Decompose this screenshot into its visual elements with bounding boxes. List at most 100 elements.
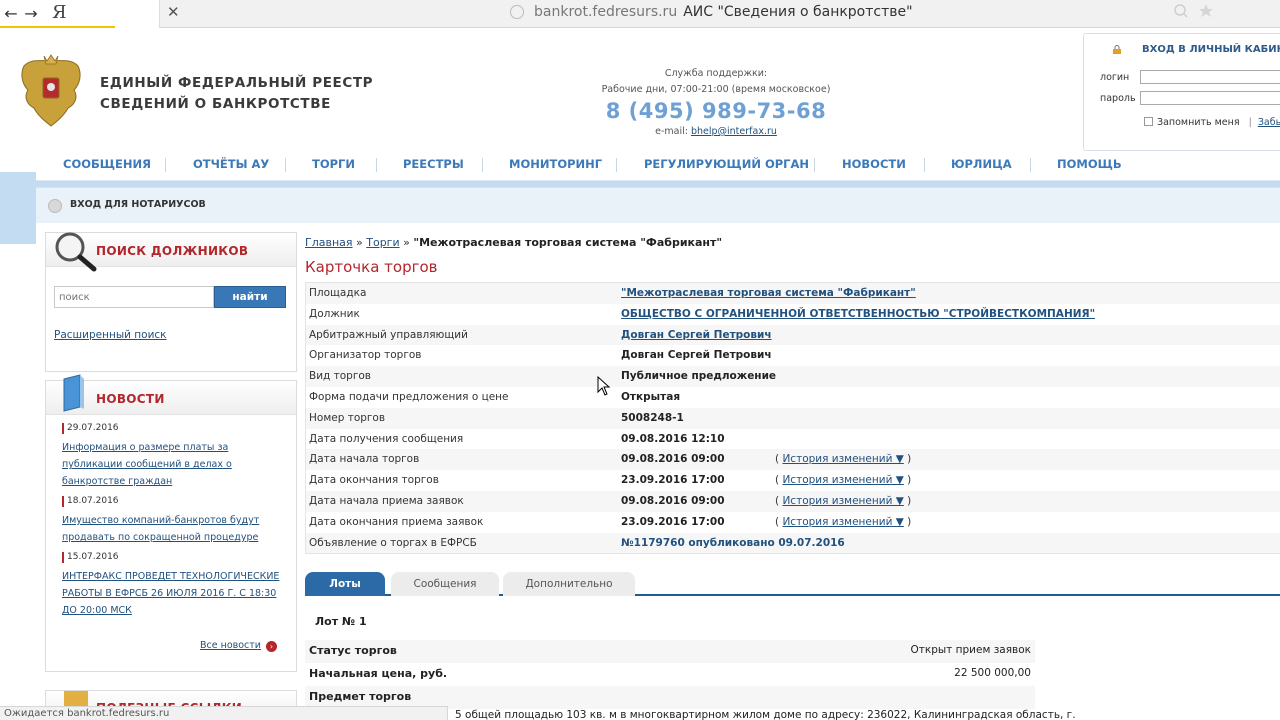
lock-icon xyxy=(1113,45,1121,54)
table-row: Вид торгов Публичное предложение xyxy=(306,366,1280,387)
paren: ( xyxy=(775,515,780,528)
book-icon xyxy=(63,374,84,412)
lot-title: Лот № 1 xyxy=(315,615,367,628)
coat-of-arms-icon[interactable] xyxy=(16,52,86,128)
widget-header: НОВОСТИ xyxy=(46,374,296,415)
support-email: e-mail: bhelp@interfax.ru xyxy=(586,124,846,140)
news-date: 15.07.2016 xyxy=(62,552,288,563)
row-label: Дата получения сообщения xyxy=(309,432,464,445)
star-icon[interactable] xyxy=(1174,3,1214,23)
history-control: ( История изменений ▼ ) xyxy=(775,453,911,465)
login-label: логин xyxy=(1100,72,1130,83)
table-row: Статус торгов Открыт прием заявок xyxy=(305,640,1035,663)
back-arrow-icon[interactable]: ← xyxy=(0,3,22,25)
menu-item-registries[interactable]: РЕЕСТРЫ xyxy=(403,157,464,171)
menu-item-trades[interactable]: ТОРГИ xyxy=(312,157,355,171)
table-row: Дата получения сообщения 09.08.2016 12:10 xyxy=(306,429,1280,450)
support-email-link[interactable]: bhelp@interfax.ru xyxy=(691,126,777,137)
tab-additional[interactable]: Дополнительно xyxy=(503,572,635,596)
table-row: Объявление о торгах в ЕФРСБ №1179760 опуб… xyxy=(306,532,1280,554)
menu-item-regulator[interactable]: РЕГУЛИРУЮЩИЙ ОРГАН xyxy=(644,157,809,171)
list-item: 29.07.2016 Информация о размере платы за… xyxy=(62,423,288,490)
menu-separator xyxy=(285,158,286,172)
tab-messages[interactable]: Сообщения xyxy=(391,572,499,596)
browser-status-bar: Ожидается bankrot.fedresurs.ru xyxy=(0,706,448,720)
all-news-link[interactable]: Все новости › xyxy=(200,640,277,652)
menu-separator xyxy=(924,158,925,172)
row-label: Статус торгов xyxy=(309,644,397,657)
menu-item-legal-entities[interactable]: ЮРЛИЦА xyxy=(951,157,1012,171)
news-link[interactable]: ИНТЕРФАКС ПРОВЕДЕТ ТЕХНОЛОГИЧЕСКИЕ РАБОТ… xyxy=(62,568,288,619)
history-link[interactable]: История изменений ▼ xyxy=(782,453,903,465)
history-link[interactable]: История изменений ▼ xyxy=(782,516,903,528)
support-phone: 8 (495) 989-73-68 xyxy=(605,99,827,123)
row-label: Предмет торгов xyxy=(309,690,412,703)
table-row: Арбитражный управляющий Довган Сергей Пет… xyxy=(306,324,1280,346)
search-button[interactable]: найти xyxy=(214,286,286,308)
row-label: Арбитражный управляющий xyxy=(309,328,468,341)
row-value[interactable]: "Межотраслевая торговая система "Фабрика… xyxy=(621,287,916,299)
tab-lots[interactable]: Лоты xyxy=(305,572,385,596)
yandex-icon[interactable]: Я xyxy=(52,2,72,24)
advanced-search-link[interactable]: Расширенный поиск xyxy=(54,329,167,341)
page-title-text: АИС "Сведения о банкротстве" xyxy=(683,4,913,20)
row-value[interactable]: №1179760 опубликовано 09.07.2016 xyxy=(621,537,845,549)
breadcrumb-separator: » xyxy=(356,236,363,249)
page-title: Карточка торгов xyxy=(305,258,438,276)
menu-item-monitoring[interactable]: МОНИТОРИНГ xyxy=(509,157,602,171)
lot-table: Статус торгов Открыт прием заявок Начальн… xyxy=(305,640,1035,709)
login-input[interactable] xyxy=(1140,70,1280,84)
row-value: 09.08.2016 12:10 xyxy=(621,432,725,445)
table-row: Начальная цена, руб. 22 500 000,00 xyxy=(305,663,1035,686)
lock-icon xyxy=(48,199,62,213)
row-value: 23.09.2016 17:00 xyxy=(621,474,725,487)
support-hours: Рабочие дни, 07:00-21:00 (время московск… xyxy=(601,84,831,95)
row-label: Форма подачи предложения о цене xyxy=(309,390,509,403)
history-link[interactable]: История изменений ▼ xyxy=(782,495,903,507)
search-widget: ПОИСК ДОЛЖНИКОВ найти Расширенный поиск xyxy=(45,232,297,372)
row-value: 09.08.2016 09:00 xyxy=(621,494,725,507)
menu-item-help[interactable]: ПОМОЩЬ xyxy=(1057,157,1122,171)
row-value: Довган Сергей Петрович xyxy=(621,349,772,362)
menu-separator xyxy=(376,158,377,172)
row-label: Начальная цена, руб. xyxy=(309,667,448,680)
menu-item-messages[interactable]: СООБЩЕНИЯ xyxy=(63,157,151,171)
forgot-password-link[interactable]: Забыли пароль? xyxy=(1258,117,1280,128)
row-label: Должник xyxy=(309,307,360,320)
news-list: 29.07.2016 Информация о размере платы за… xyxy=(62,423,288,625)
row-label: Дата окончания приема заявок xyxy=(309,515,484,528)
row-label: Объявление о торгах в ЕФРСБ xyxy=(309,536,477,549)
password-input[interactable] xyxy=(1140,91,1280,105)
menu-item-news[interactable]: НОВОСТИ xyxy=(842,157,906,171)
row-value: Открыт прием заявок xyxy=(910,644,1032,656)
history-link[interactable]: История изменений ▼ xyxy=(782,474,903,486)
row-value[interactable]: Довган Сергей Петрович xyxy=(621,329,772,341)
paren: ( xyxy=(775,474,780,487)
support-email-label: e-mail: xyxy=(655,126,688,137)
breadcrumb-trades[interactable]: Торги xyxy=(366,236,399,249)
site-logo-text[interactable]: ЕДИНЫЙ ФЕДЕРАЛЬНЫЙ РЕЕСТР СВЕДЕНИЙ О БАН… xyxy=(100,73,373,115)
history-control: ( История изменений ▼ ) xyxy=(775,516,911,528)
notary-login-link[interactable]: ВХОД ДЛЯ НОТАРИУСОВ xyxy=(70,199,206,210)
close-icon[interactable]: ✕ xyxy=(167,3,180,21)
table-row: Дата начала приема заявок 09.08.2016 09:0… xyxy=(306,490,1280,512)
paren: ( xyxy=(775,494,780,507)
remember-checkbox[interactable] xyxy=(1144,117,1153,126)
news-link[interactable]: Имущество компаний-банкротов будут прода… xyxy=(62,512,288,546)
paren: ) xyxy=(907,494,912,507)
row-value: 09.08.2016 09:00 xyxy=(621,453,725,466)
magnifier-icon xyxy=(55,232,97,272)
news-link[interactable]: Информация о размере платы за публикации… xyxy=(62,439,288,490)
forward-arrow-icon[interactable]: → xyxy=(20,3,42,25)
debtor-search-input[interactable] xyxy=(54,286,214,308)
all-news-label: Все новости xyxy=(200,640,261,651)
login-separator: | xyxy=(1248,117,1252,128)
row-value[interactable]: ОБЩЕСТВО С ОГРАНИЧЕННОЙ ОТВЕТСТВЕННОСТЬЮ… xyxy=(621,308,1095,320)
browser-toolbar: ← → Я ✕ bankrot.fedresurs.ru АИС "Сведени… xyxy=(0,0,1280,28)
table-row: Площадка "Межотраслевая торговая система … xyxy=(306,283,1280,304)
table-row: Дата окончания приема заявок 23.09.2016 1… xyxy=(306,512,1280,533)
menu-item-reports[interactable]: ОТЧЁТЫ АУ xyxy=(193,157,269,171)
breadcrumb-home[interactable]: Главная xyxy=(305,236,353,249)
menu-separator xyxy=(165,158,166,172)
address-bar[interactable]: bankrot.fedresurs.ru АИС "Сведения о банк… xyxy=(500,2,1220,24)
